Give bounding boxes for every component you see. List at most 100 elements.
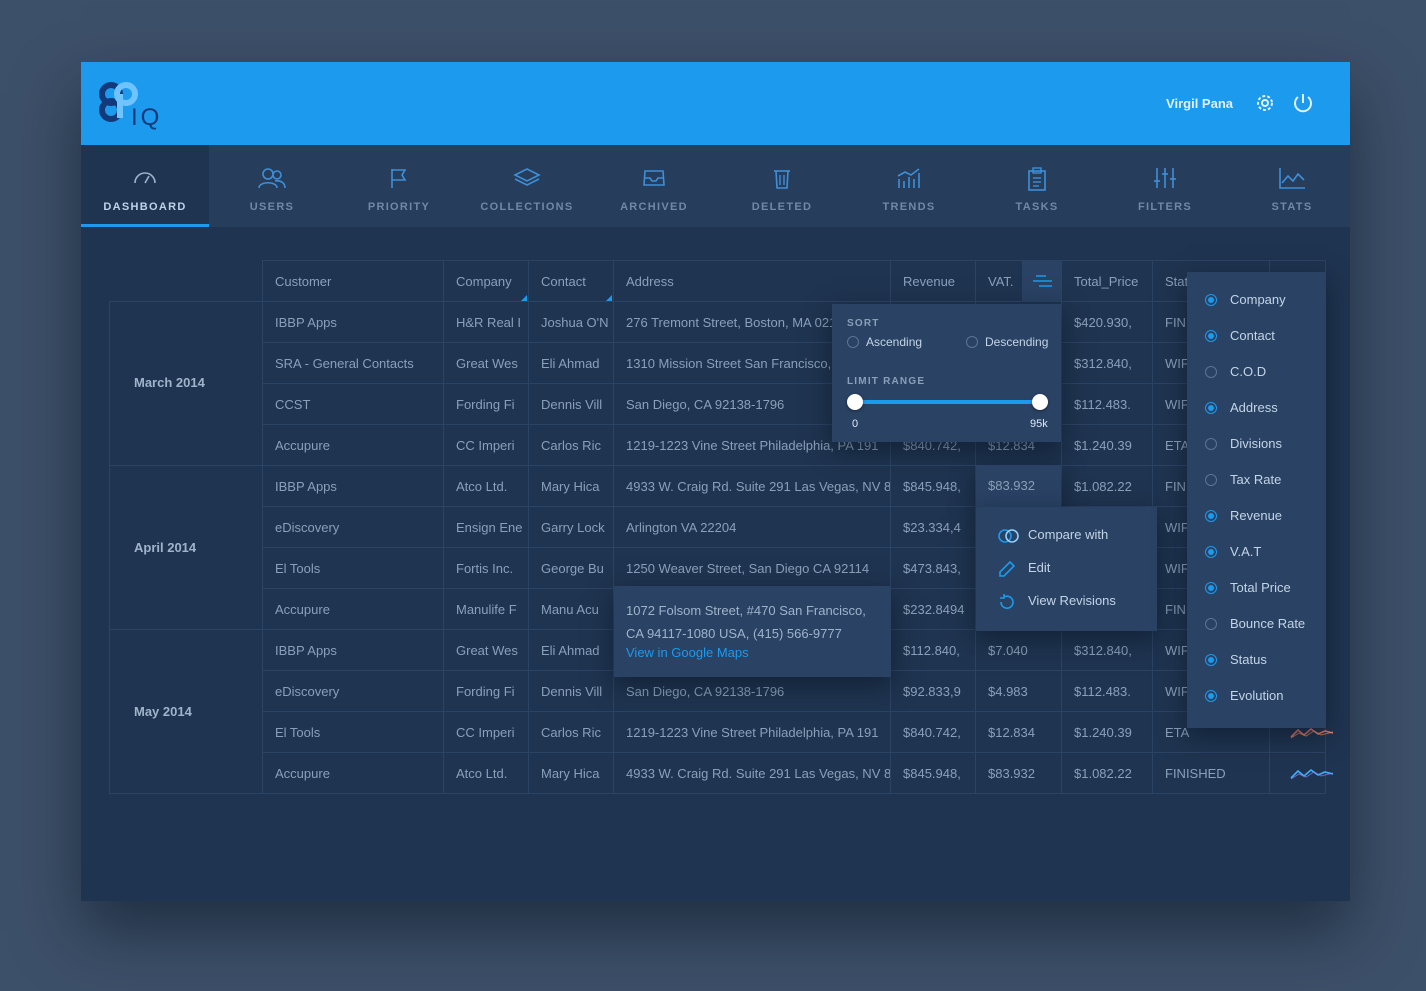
column-header-vat[interactable]: VAT. bbox=[976, 261, 1023, 302]
table-row[interactable]: IBBP Apps H&R Real I Joshua O'N 276 Tremont… bbox=[263, 302, 1325, 343]
cell-contact: Mary Hica bbox=[529, 753, 614, 794]
column-header-revenue[interactable]: Revenue bbox=[891, 261, 976, 302]
month-group: April 2014 bbox=[110, 466, 263, 630]
column-option[interactable]: V.A.T bbox=[1187, 534, 1326, 570]
sort-popup: SORT Ascending Descending LIMIT RANGE 0 … bbox=[832, 304, 1061, 442]
nav-archived[interactable]: ARCHIVED bbox=[590, 145, 718, 227]
line-chart-icon bbox=[1279, 168, 1305, 189]
column-header-customer[interactable]: Customer bbox=[263, 261, 444, 302]
column-option-radio[interactable] bbox=[1205, 330, 1217, 342]
column-option-radio[interactable] bbox=[1205, 438, 1217, 450]
column-header-company[interactable]: Company bbox=[444, 261, 529, 302]
nav-users[interactable]: USERS bbox=[208, 145, 336, 227]
nav-priority[interactable]: PRIORITY bbox=[335, 145, 463, 227]
cell-contact: Carlos Ric bbox=[529, 425, 614, 466]
column-option[interactable]: Evolution bbox=[1187, 678, 1326, 714]
menu-item-edit[interactable]: Edit bbox=[976, 552, 1157, 585]
cell-customer: eDiscovery bbox=[263, 507, 444, 548]
column-option-label: Contact bbox=[1230, 328, 1275, 343]
selected-vat-cell[interactable]: $83.932 bbox=[976, 465, 1061, 507]
cell-customer: El Tools bbox=[263, 712, 444, 753]
sort-ascending-radio[interactable] bbox=[847, 336, 859, 348]
column-option[interactable]: Divisions bbox=[1187, 426, 1326, 462]
cell-address: Arlington VA 22204 bbox=[614, 507, 891, 548]
nav-deleted[interactable]: DELETED bbox=[718, 145, 846, 227]
range-slider-track[interactable] bbox=[855, 400, 1040, 404]
table-row[interactable]: El Tools Fortis Inc. George Bu 1250 Weaver … bbox=[263, 548, 1325, 589]
range-slider-max-handle[interactable] bbox=[1032, 394, 1048, 410]
table-row[interactable]: eDiscovery Fording Fi Dennis Vill San Diego… bbox=[263, 671, 1325, 712]
cell-company: CC Imperi bbox=[444, 712, 529, 753]
column-option[interactable]: Bounce Rate bbox=[1187, 606, 1326, 642]
nav-trends[interactable]: TRENDS bbox=[845, 145, 973, 227]
column-option-radio[interactable] bbox=[1205, 474, 1217, 486]
user-name[interactable]: Virgil Pana bbox=[1166, 96, 1233, 111]
nav-tasks[interactable]: TASKS bbox=[973, 145, 1101, 227]
nav-dashboard[interactable]: DASHBOARD bbox=[81, 145, 209, 227]
column-header-contact[interactable]: Contact bbox=[529, 261, 614, 302]
column-header-address[interactable]: Address bbox=[614, 261, 891, 302]
cell-company: H&R Real I bbox=[444, 302, 529, 343]
column-option-radio[interactable] bbox=[1205, 690, 1217, 702]
cell-total-price: $112.483. bbox=[1062, 384, 1153, 425]
table-row[interactable]: CCST Fording Fi Dennis Vill San Diego, CA 9… bbox=[263, 384, 1325, 425]
table-row[interactable]: Accupure CC Imperi Carlos Ric 1219-1223 Vin… bbox=[263, 425, 1325, 466]
column-option-label: Revenue bbox=[1230, 508, 1283, 523]
column-header-total-price[interactable]: Total_Price bbox=[1062, 261, 1153, 302]
column-option[interactable]: Address bbox=[1187, 390, 1326, 426]
column-option-label: C.O.D bbox=[1230, 364, 1267, 379]
column-option-radio[interactable] bbox=[1205, 510, 1217, 522]
cell-revenue: $232.8494 bbox=[891, 589, 976, 630]
column-option[interactable]: Contact bbox=[1187, 318, 1326, 354]
sort-ascending-label[interactable]: Ascending bbox=[866, 335, 922, 349]
menu-item-view-revisions[interactable]: View Revisions bbox=[976, 585, 1157, 618]
address-popup: 1072 Folsom Street, #470 San Francisco, … bbox=[614, 586, 891, 677]
sort-filter-button[interactable] bbox=[1023, 261, 1062, 302]
column-option[interactable]: C.O.D bbox=[1187, 354, 1326, 390]
column-option-radio[interactable] bbox=[1205, 294, 1217, 306]
nav-label: ARCHIVED bbox=[620, 201, 688, 213]
table-row[interactable]: IBBP Apps Atco Ltd. Mary Hica 4933 W. Craig… bbox=[263, 466, 1325, 507]
column-option-radio[interactable] bbox=[1205, 654, 1217, 666]
column-option[interactable]: Company bbox=[1187, 282, 1326, 318]
nav-filters[interactable]: FILTERS bbox=[1101, 145, 1229, 227]
view-in-google-maps-link[interactable]: View in Google Maps bbox=[626, 645, 749, 660]
table-row[interactable]: Accupure Atco Ltd. Mary Hica 4933 W. Craig … bbox=[263, 753, 1334, 794]
nav-label: DELETED bbox=[751, 201, 813, 213]
column-option-radio[interactable] bbox=[1205, 402, 1217, 414]
column-option[interactable]: Tax Rate bbox=[1187, 462, 1326, 498]
brand-logo[interactable]: IQ bbox=[99, 80, 169, 134]
cell-revenue: $845.948, bbox=[891, 466, 976, 507]
selected-vat-value: $83.932 bbox=[988, 478, 1035, 493]
column-option-radio[interactable] bbox=[1205, 546, 1217, 558]
sort-descending-radio[interactable] bbox=[966, 336, 978, 348]
cell-vat: $4.983 bbox=[976, 671, 1062, 712]
cell-address: 1250 Weaver Street, San Diego CA 92114 bbox=[614, 548, 891, 589]
sort-label: SORT bbox=[847, 318, 880, 329]
table-row[interactable]: eDiscovery Ensign Ene Garry Lock Arlington … bbox=[263, 507, 1325, 548]
cell-address: 4933 W. Craig Rd. Suite 291 Las Vegas, N… bbox=[614, 753, 891, 794]
gear-icon[interactable] bbox=[1253, 91, 1277, 115]
menu-item-compare-with[interactable]: Compare with bbox=[976, 519, 1157, 552]
column-option[interactable]: Status bbox=[1187, 642, 1326, 678]
column-option-radio[interactable] bbox=[1205, 618, 1217, 630]
table-row[interactable]: El Tools CC Imperi Carlos Ric 1219-1223 Vin… bbox=[263, 712, 1334, 753]
column-option[interactable]: Total Price bbox=[1187, 570, 1326, 606]
power-icon[interactable] bbox=[1291, 91, 1315, 115]
edit-icon bbox=[999, 560, 1016, 577]
range-slider-min-handle[interactable] bbox=[847, 394, 863, 410]
nav-label: USERS bbox=[249, 201, 295, 213]
nav-collections[interactable]: COLLECTIONS bbox=[463, 145, 591, 227]
column-option-radio[interactable] bbox=[1205, 582, 1217, 594]
trash-icon bbox=[774, 170, 790, 189]
cell-total-price: $1.082.22 bbox=[1062, 753, 1153, 794]
nav-label: PRIORITY bbox=[367, 201, 431, 213]
nav-stats[interactable]: STATS bbox=[1228, 145, 1350, 227]
sort-descending-label[interactable]: Descending bbox=[985, 335, 1048, 349]
inbox-icon bbox=[643, 170, 665, 186]
column-option[interactable]: Revenue bbox=[1187, 498, 1326, 534]
cell-revenue: $473.843, bbox=[891, 548, 976, 589]
column-option-radio[interactable] bbox=[1205, 366, 1217, 378]
table-row[interactable]: SRA - General Contacts Great Wes Eli Ahmad… bbox=[263, 343, 1325, 384]
cell-total-price: $312.840, bbox=[1062, 630, 1153, 671]
